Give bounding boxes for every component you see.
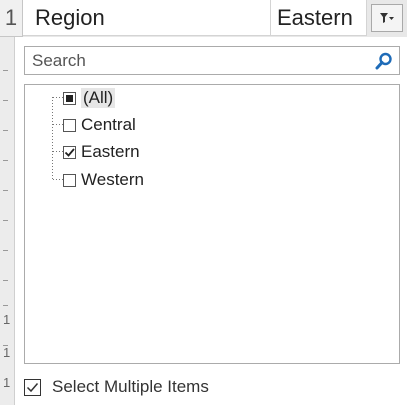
row-number: 1 xyxy=(0,0,23,37)
checkbox-mixed-icon[interactable] xyxy=(63,91,76,105)
filter-item-central[interactable]: Central xyxy=(63,114,136,136)
filter-item-eastern[interactable]: Eastern xyxy=(63,141,140,163)
row-number: 1 xyxy=(3,375,11,390)
row-number: 1 xyxy=(3,312,11,327)
search-input[interactable] xyxy=(25,47,355,74)
filter-dropdown-button[interactable] xyxy=(371,4,403,32)
filter-item-all[interactable]: (All) xyxy=(63,87,116,109)
filter-item-list[interactable]: (All) Central Eastern Western xyxy=(24,84,400,364)
filter-dropdown-icon xyxy=(380,13,394,23)
filter-item-label: Eastern xyxy=(81,142,140,161)
filter-item-label: Central xyxy=(81,115,136,134)
select-multiple-checkbox[interactable] xyxy=(24,378,41,396)
filter-item-label: (All) xyxy=(81,88,116,108)
select-multiple-option[interactable]: Select Multiple Items xyxy=(15,374,209,400)
checkbox-unchecked-icon[interactable] xyxy=(63,173,76,187)
search-box[interactable] xyxy=(24,46,400,75)
filter-popup: (All) Central Eastern Western Select Mul… xyxy=(14,37,407,405)
select-multiple-label: Select Multiple Items xyxy=(52,377,209,396)
checkbox-unchecked-icon[interactable] xyxy=(63,118,76,132)
search-icon[interactable] xyxy=(375,52,393,70)
filter-value-cell[interactable]: Eastern xyxy=(271,0,367,36)
filter-item-western[interactable]: Western xyxy=(63,169,144,191)
checkmark-icon xyxy=(26,382,39,392)
checkbox-checked-icon[interactable] xyxy=(63,145,76,159)
region-header-cell[interactable]: Region xyxy=(23,0,271,36)
filter-item-label: Western xyxy=(81,170,144,189)
row-number: 1 xyxy=(3,345,11,360)
